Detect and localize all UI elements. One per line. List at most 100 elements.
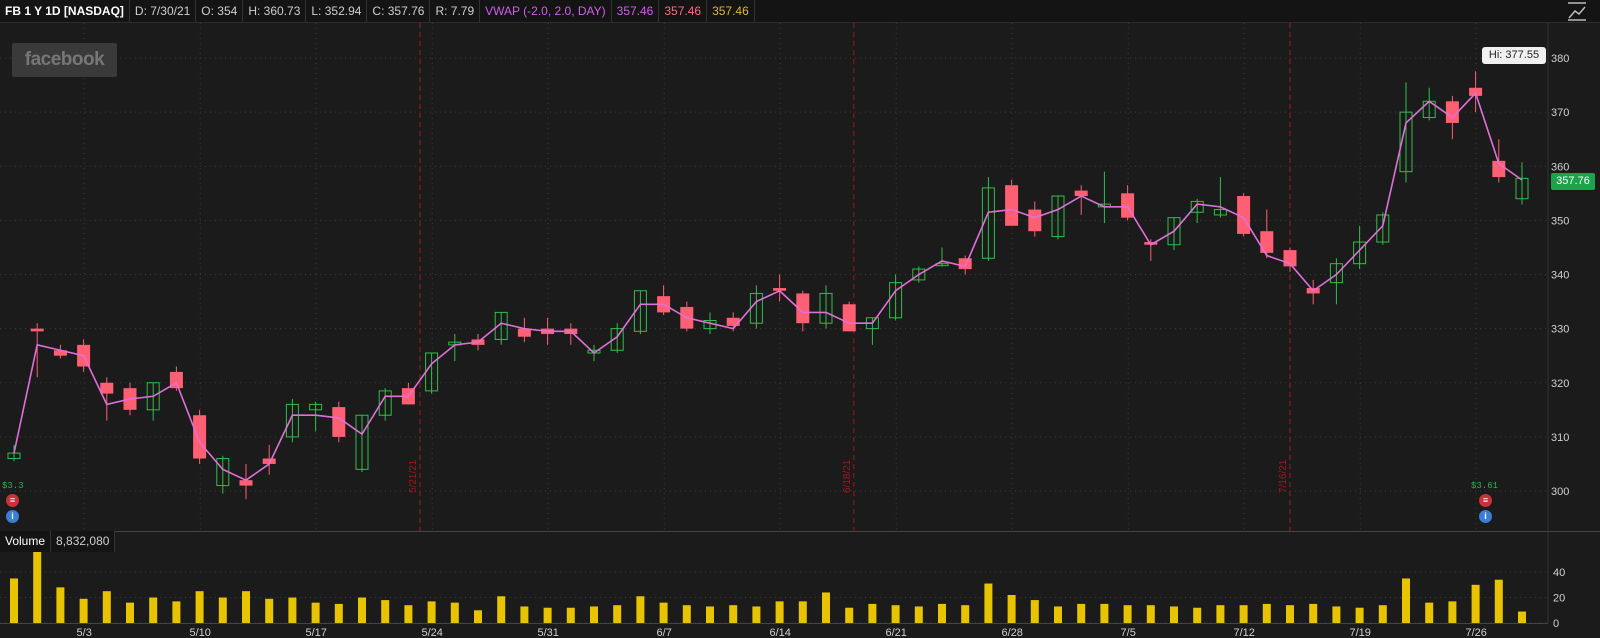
candle[interactable] (1399, 82, 1413, 183)
volume-bar[interactable] (636, 596, 645, 623)
candle[interactable] (1074, 185, 1088, 215)
volume-bar[interactable] (1425, 602, 1434, 623)
volume-bar[interactable] (1100, 603, 1109, 623)
chart-style-icon[interactable] (1566, 1, 1588, 21)
volume-bar[interactable] (1355, 607, 1364, 623)
volume-bar[interactable] (682, 605, 691, 623)
volume-bar[interactable] (1077, 603, 1086, 623)
volume-bar[interactable] (1262, 603, 1271, 623)
volume-bar[interactable] (172, 601, 181, 623)
candle[interactable] (1492, 139, 1506, 183)
candle[interactable] (1260, 209, 1274, 259)
volume-chart[interactable]: 0 20 40 5/3 5/10 5/17 5/24 5/31 6/7 6/14 6/21 6/28… (0, 531, 1600, 638)
volume-bar[interactable] (381, 600, 390, 623)
volume-bar[interactable] (1286, 605, 1294, 623)
volume-bar[interactable] (1332, 606, 1341, 623)
candle[interactable] (355, 414, 369, 473)
info-bulb-icon[interactable]: i (1479, 510, 1492, 523)
volume-bar[interactable] (218, 597, 227, 623)
volume-bar[interactable] (1146, 605, 1155, 623)
candle[interactable] (262, 444, 276, 475)
candle[interactable] (819, 285, 833, 329)
volume-bar[interactable] (706, 606, 714, 623)
volume-bar[interactable] (1402, 578, 1410, 623)
volume-bar[interactable] (56, 587, 65, 623)
volume-bar[interactable] (1309, 603, 1318, 623)
volume-bar[interactable] (1471, 584, 1480, 623)
candle[interactable] (100, 377, 114, 421)
volume-bar[interactable] (497, 596, 506, 623)
earnings-icon[interactable]: ≡ (6, 494, 19, 507)
volume-bar[interactable] (798, 601, 807, 623)
volume-bar[interactable] (10, 578, 18, 623)
volume-bar[interactable] (1518, 611, 1526, 623)
volume-bar[interactable] (126, 602, 134, 623)
candle[interactable] (309, 401, 323, 432)
volume-bar[interactable] (868, 603, 877, 623)
volume-bar[interactable] (613, 605, 622, 623)
volume-bar[interactable] (450, 602, 459, 623)
candle[interactable] (425, 352, 439, 394)
candle[interactable] (401, 382, 415, 405)
volume-bar[interactable] (195, 591, 204, 623)
candle[interactable] (193, 409, 207, 464)
candle[interactable] (610, 323, 624, 353)
study-label[interactable]: VWAP (-2.0, 2.0, DAY) (480, 0, 612, 22)
volume-bar[interactable] (265, 598, 274, 623)
candle[interactable] (1028, 201, 1042, 237)
candle[interactable] (1329, 258, 1343, 305)
candle[interactable] (1353, 225, 1367, 270)
volume-bar[interactable] (149, 597, 158, 623)
volume-bar[interactable] (566, 607, 575, 623)
volume-bar[interactable] (845, 607, 854, 623)
volume-bar[interactable] (288, 597, 297, 623)
volume-bar[interactable] (520, 606, 529, 623)
candle[interactable] (842, 301, 856, 332)
volume-bar[interactable] (822, 592, 830, 623)
candle[interactable] (216, 455, 230, 494)
volume-bar[interactable] (1193, 607, 1202, 623)
volume-bar[interactable] (33, 551, 42, 623)
info-bulb-icon[interactable]: i (6, 510, 19, 523)
volume-bar[interactable] (311, 602, 320, 623)
candle[interactable] (1515, 162, 1529, 205)
volume-bar[interactable] (914, 606, 923, 623)
candle[interactable] (564, 323, 578, 345)
candle[interactable] (796, 290, 810, 332)
volume-bar[interactable] (1216, 605, 1225, 623)
candle[interactable] (169, 366, 183, 391)
volume-bar[interactable] (938, 603, 946, 623)
candle[interactable] (1051, 195, 1065, 240)
volume-bar[interactable] (242, 591, 250, 623)
volume-bar[interactable] (961, 605, 970, 623)
volume-bar[interactable] (404, 605, 413, 623)
volume-bar[interactable] (891, 605, 900, 623)
volume-bar[interactable] (1378, 605, 1387, 623)
volume-bar[interactable] (1054, 606, 1062, 623)
candle[interactable] (146, 382, 160, 421)
candle[interactable] (1213, 177, 1227, 218)
candle[interactable] (633, 290, 647, 335)
earnings-icon[interactable]: ≡ (1479, 494, 1492, 507)
volume-bar[interactable] (1123, 605, 1132, 623)
volume-bar[interactable] (1494, 579, 1503, 623)
candle[interactable] (517, 317, 531, 343)
volume-bar[interactable] (659, 602, 668, 623)
volume-bar[interactable] (1170, 606, 1178, 623)
volume-bar[interactable] (1030, 600, 1039, 623)
candle[interactable] (657, 285, 671, 316)
candle[interactable] (981, 177, 995, 261)
symbol-label[interactable]: FB 1 Y 1D [NASDAQ] (0, 0, 130, 22)
volume-bar[interactable] (590, 606, 598, 623)
volume-bar[interactable] (102, 591, 111, 623)
candle[interactable] (680, 301, 694, 332)
volume-bar[interactable] (729, 605, 738, 623)
volume-bar[interactable] (1239, 605, 1248, 623)
candle[interactable] (773, 274, 787, 302)
candle[interactable] (1376, 212, 1390, 245)
volume-bar[interactable] (752, 606, 761, 623)
volume-bar[interactable] (775, 601, 784, 623)
candle[interactable] (1306, 279, 1320, 305)
volume-bar[interactable] (474, 610, 482, 623)
volume-bar[interactable] (984, 583, 993, 623)
